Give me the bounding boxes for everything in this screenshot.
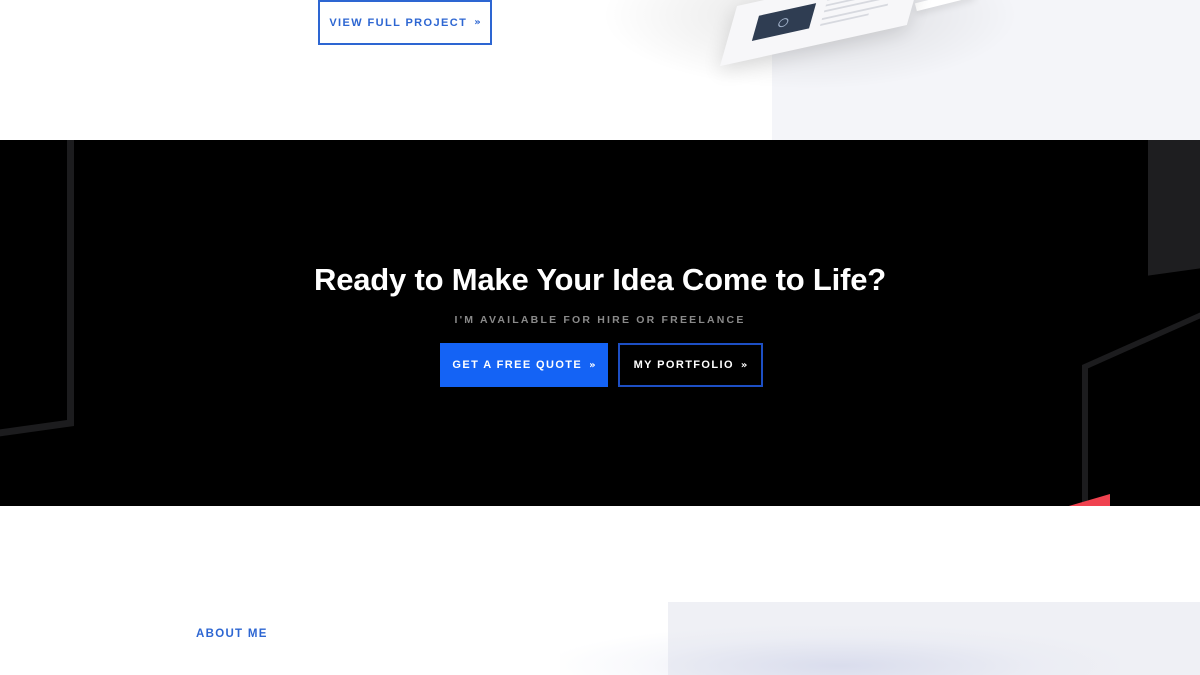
double-chevron-right-icon: »	[474, 17, 481, 28]
decorative-block-right	[1148, 140, 1200, 276]
double-chevron-right-icon: »	[740, 359, 748, 371]
view-full-project-button[interactable]: VIEW FULL PROJECT »	[318, 0, 492, 45]
mockup-text-line	[820, 13, 869, 26]
cta-section: Ready to Make Your Idea Come to Life? I'…	[0, 140, 1200, 506]
mockup-logo-icon	[777, 17, 790, 29]
my-portfolio-label: MY PORTFOLIO	[633, 359, 734, 371]
get-free-quote-button[interactable]: GET A FREE QUOTE »	[440, 343, 608, 387]
decorative-red-accent	[1062, 494, 1110, 506]
about-image-glow	[560, 626, 1120, 675]
double-chevron-right-icon: »	[589, 359, 596, 371]
cta-heading: Ready to Make Your Idea Come to Life?	[314, 262, 886, 297]
page: VIEW FULL PROJECT » Ready to Make Your I…	[0, 0, 1200, 675]
mockup-thumbnail	[751, 3, 817, 41]
project-section: VIEW FULL PROJECT »	[0, 0, 1200, 140]
my-portfolio-button[interactable]: MY PORTFOLIO »	[618, 343, 763, 387]
get-free-quote-label: GET A FREE QUOTE	[452, 359, 583, 371]
about-section: ABOUT ME	[0, 506, 1200, 675]
cta-subheading: I'M AVAILABLE FOR HIRE OR FREELANCE	[454, 314, 746, 326]
about-me-label: ABOUT ME	[196, 628, 268, 640]
view-full-project-label: VIEW FULL PROJECT	[329, 16, 468, 29]
